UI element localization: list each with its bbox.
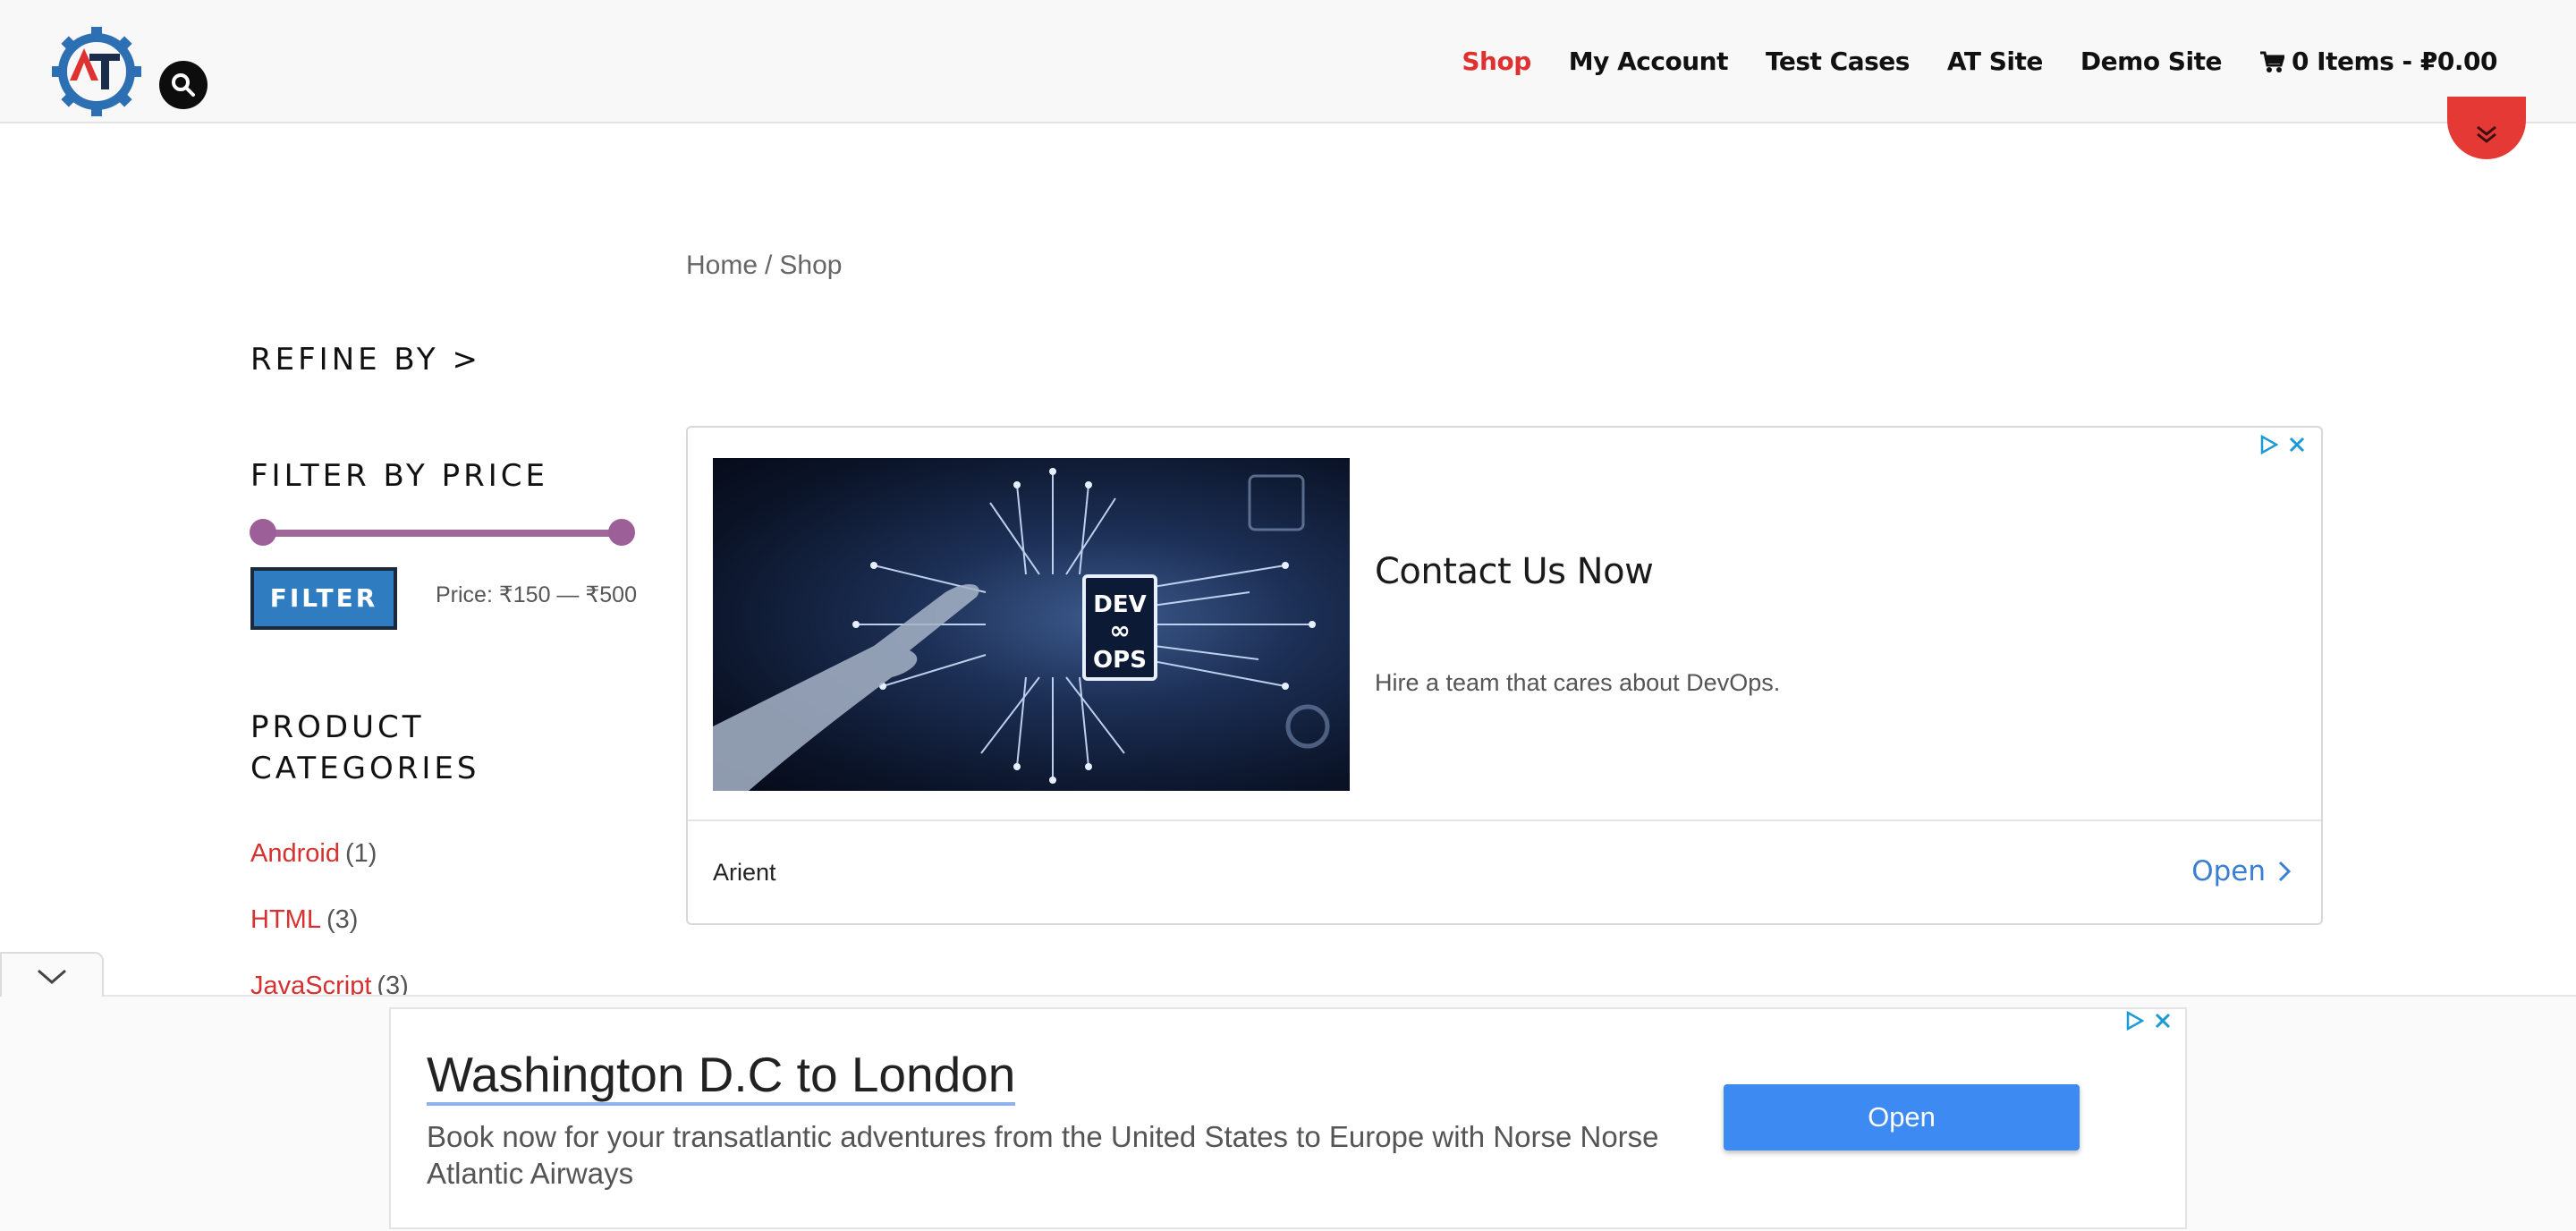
chip-label-infinity: ∞ bbox=[1109, 616, 1130, 645]
ad-open-link[interactable]: Open bbox=[2191, 855, 2291, 887]
category-item-android: Android (1) bbox=[250, 839, 377, 869]
cart-link[interactable]: 0 Items - ₽0.00 bbox=[2259, 47, 2498, 76]
chip-label-dev: DEV bbox=[1093, 591, 1146, 618]
double-chevron-down-icon bbox=[2477, 125, 2496, 143]
adchoices-icon[interactable] bbox=[2124, 1011, 2144, 1031]
site-logo[interactable] bbox=[50, 25, 143, 118]
price-range-label: Price: ₹150 — ₹500 bbox=[436, 582, 637, 607]
breadcrumb-separator: / bbox=[765, 250, 773, 280]
ad-open-label: Open bbox=[2191, 855, 2266, 887]
anchor-ad-title[interactable]: Washington D.C to London bbox=[427, 1047, 1016, 1106]
adchoices-icon[interactable] bbox=[2258, 435, 2278, 454]
ad-description: Hire a team that cares about DevOps. bbox=[1375, 669, 1781, 696]
anchor-ad[interactable]: Washington D.C to London Book now for yo… bbox=[389, 1007, 2187, 1229]
product-categories-heading: PRODUCT CATEGORIES bbox=[250, 709, 480, 786]
search-icon bbox=[172, 73, 195, 97]
ad-advertiser: Arient bbox=[713, 859, 776, 886]
breadcrumb-home[interactable]: Home bbox=[686, 250, 758, 280]
ad-headline[interactable]: Contact Us Now bbox=[1375, 551, 1654, 592]
chip-label-ops: OPS bbox=[1093, 647, 1147, 674]
site-header: Shop My Account Test Cases AT Site Demo … bbox=[0, 0, 2576, 123]
anchor-collapse-tab[interactable] bbox=[0, 952, 104, 997]
category-count: (3) bbox=[326, 905, 359, 934]
anchor-ad-choices bbox=[2124, 1011, 2173, 1031]
nav-item-demo-site[interactable]: Demo Site bbox=[2080, 47, 2223, 76]
devops-chip-illustration: DEV ∞ OPS bbox=[713, 468, 1330, 791]
price-slider-min-handle[interactable] bbox=[250, 519, 276, 546]
price-slider-max-handle[interactable] bbox=[608, 519, 635, 546]
ad-divider bbox=[688, 819, 2321, 821]
nav-item-my-account[interactable]: My Account bbox=[1569, 47, 1729, 76]
main-nav: Shop My Account Test Cases AT Site Demo … bbox=[1424, 47, 2497, 76]
cart-icon bbox=[2259, 51, 2284, 72]
close-ad-icon[interactable] bbox=[2153, 1011, 2173, 1031]
category-item-html: HTML (3) bbox=[250, 905, 358, 935]
hand-shape bbox=[713, 583, 979, 791]
ad-card[interactable]: DEV ∞ OPS Contact Us Now Hire a team tha… bbox=[686, 426, 2323, 925]
anchor-ad-open-button[interactable]: Open bbox=[1724, 1084, 2080, 1150]
chevron-down-icon bbox=[38, 969, 66, 984]
category-count: (1) bbox=[344, 839, 377, 868]
gear-logo-icon bbox=[52, 27, 141, 116]
ad-choices bbox=[2258, 435, 2307, 454]
anchor-ad-description: Book now for your transatlantic adventur… bbox=[427, 1120, 1659, 1190]
filter-by-price-heading: FILTER BY PRICE bbox=[250, 458, 548, 494]
search-button[interactable] bbox=[159, 61, 208, 109]
cart-label: 0 Items - ₽0.00 bbox=[2291, 47, 2498, 76]
nav-item-shop[interactable]: Shop bbox=[1462, 47, 1531, 76]
breadcrumb: Home / Shop bbox=[686, 250, 849, 281]
nav-item-test-cases[interactable]: Test Cases bbox=[1766, 47, 1910, 76]
filter-button[interactable]: FILTER bbox=[250, 567, 397, 630]
price-slider-track[interactable] bbox=[261, 530, 621, 537]
category-link[interactable]: Android bbox=[250, 839, 340, 868]
scroll-down-button[interactable] bbox=[2447, 97, 2526, 159]
breadcrumb-current: Shop bbox=[779, 250, 843, 280]
category-link[interactable]: HTML bbox=[250, 905, 321, 934]
refine-by-heading[interactable]: REFINE BY > bbox=[250, 342, 481, 378]
ad-image[interactable]: DEV ∞ OPS bbox=[713, 458, 1350, 791]
nav-item-at-site[interactable]: AT Site bbox=[1947, 47, 2043, 76]
close-ad-icon[interactable] bbox=[2287, 435, 2307, 454]
chevron-right-icon bbox=[2278, 861, 2291, 882]
